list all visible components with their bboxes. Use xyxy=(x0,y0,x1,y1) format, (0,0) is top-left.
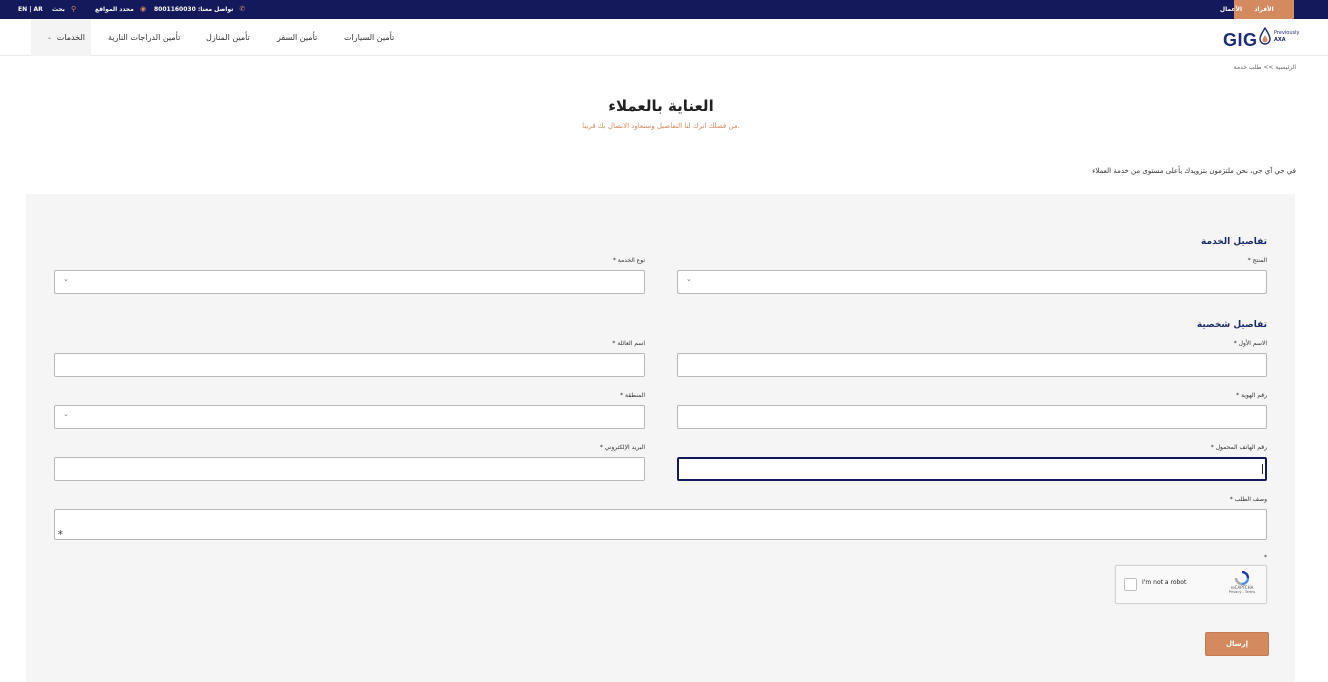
recaptcha-widget: I'm not a robot reCAPTCHA Privacy - Term… xyxy=(1115,565,1267,604)
service-type-label: نوع الخدمة * xyxy=(612,257,645,264)
locator-link[interactable]: محدد المواقع ◉ xyxy=(95,0,146,19)
search-label: بحث xyxy=(52,6,65,13)
recaptcha-checkbox[interactable] xyxy=(1124,578,1137,591)
intro-text: في جي آي جي، نحن ملتزمون بتزويدك بأعلى م… xyxy=(1092,167,1296,175)
region-label: المنطقة * xyxy=(620,392,645,399)
breadcrumb[interactable]: الرئيسية >> طلب خدمة xyxy=(1234,64,1296,71)
email-input[interactable] xyxy=(54,457,645,481)
previously-label: Previously xyxy=(1274,30,1300,36)
family-name-input[interactable] xyxy=(54,353,645,377)
captcha-required-mark: * xyxy=(1264,554,1267,561)
family-name-label: اسم العائلة * xyxy=(612,340,645,347)
mobile-input[interactable] xyxy=(677,457,1267,481)
description-textarea[interactable]: ∗ xyxy=(54,509,1267,540)
contact-link[interactable]: تواصل معنا: 8001160030 ✆ xyxy=(154,0,245,19)
phone-icon: ✆ xyxy=(239,5,246,13)
nav-car-insurance[interactable]: تأمين السيارات xyxy=(344,19,394,56)
region-select[interactable]: ⌄ xyxy=(54,405,645,429)
chevron-down-icon: ⌄ xyxy=(686,275,692,283)
individuals-tab[interactable]: الأفراد xyxy=(1234,0,1294,19)
page-subtitle: من فضلك اترك لنا التفاصيل وسنعاود الاتصا… xyxy=(582,122,740,130)
nav-home-insurance[interactable]: تأمين المنازل xyxy=(206,19,250,56)
chevron-down-icon: ⌄ xyxy=(63,275,69,283)
recaptcha-terms[interactable]: Privacy - Terms xyxy=(1224,590,1260,595)
gig-logo[interactable]: GIG Previously AXA xyxy=(1223,27,1303,51)
id-number-input[interactable] xyxy=(677,405,1267,429)
top-utility-bar: الأفراد الأعمال تواصل معنا: 8001160030 ✆… xyxy=(0,0,1328,19)
email-label: البريد الإلكتروني * xyxy=(599,444,645,451)
first-name-label: الاسم الأول * xyxy=(1233,340,1267,347)
id-number-label: رقم الهوية * xyxy=(1236,392,1267,399)
contact-label: تواصل معنا: 8001160030 xyxy=(154,6,234,13)
service-type-select[interactable]: ⌄ xyxy=(54,270,645,294)
submit-button[interactable]: إرسال xyxy=(1205,632,1269,656)
logo-previously: Previously AXA xyxy=(1274,30,1299,44)
service-details-heading: تفاصيل الخدمة xyxy=(1201,237,1267,247)
product-label: المنتج * xyxy=(1247,257,1267,264)
description-label: وصف الطلب * xyxy=(1229,496,1267,503)
personal-details-heading: تفاصيل شخصية xyxy=(1196,320,1267,330)
main-nav: GIG Previously AXA تأمين السيارات تأمين … xyxy=(0,19,1328,56)
chevron-down-icon: ⌄ xyxy=(63,410,69,418)
language-switcher[interactable]: EN | AR xyxy=(18,0,43,19)
drop-icon xyxy=(1259,27,1271,45)
search-icon: ⚲ xyxy=(71,5,77,13)
first-name-input[interactable] xyxy=(677,353,1267,377)
business-tab[interactable]: الأعمال xyxy=(1220,0,1242,19)
recaptcha-icon xyxy=(1234,571,1250,585)
nav-services-dropdown[interactable]: ⌄ الخدمات xyxy=(31,19,91,56)
recaptcha-label: I'm not a robot xyxy=(1142,579,1187,586)
text-cursor xyxy=(1262,464,1263,474)
page-title: العناية بالعملاء xyxy=(608,97,714,115)
search-link[interactable]: بحث ⚲ xyxy=(52,0,76,19)
nav-travel-insurance[interactable]: تأمين السفر xyxy=(277,19,317,56)
product-select[interactable]: ⌄ xyxy=(677,270,1267,294)
logo-brand: GIG xyxy=(1223,30,1258,50)
recaptcha-logo: reCAPTCHA Privacy - Terms xyxy=(1224,571,1260,595)
nav-services-label: الخدمات xyxy=(56,33,85,42)
nav-motorcycle-insurance[interactable]: تأمين الدراجات النارية xyxy=(108,19,180,56)
location-pin-icon: ◉ xyxy=(139,5,147,13)
locator-label: محدد المواقع xyxy=(95,6,134,13)
chevron-down-icon: ⌄ xyxy=(47,34,53,41)
resize-grip-icon: ∗ xyxy=(57,528,64,537)
previous-brand: AXA xyxy=(1274,37,1286,43)
request-form: تفاصيل الخدمة المنتج * ⌄ نوع الخدمة * ⌄ … xyxy=(26,194,1295,682)
mobile-label: رقم الهاتف المحمول * xyxy=(1210,444,1267,451)
